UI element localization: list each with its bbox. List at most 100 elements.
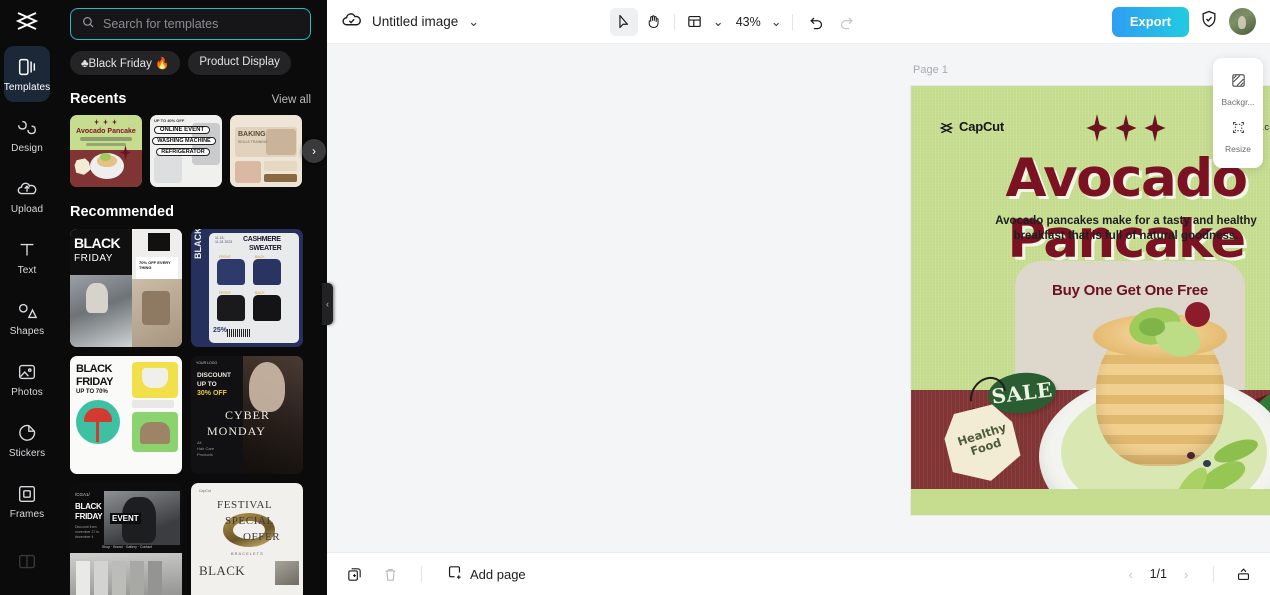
template-card-festival-special-offer[interactable]: CapCut FESTIVAL SPECIAL OFFER BRACELETS … [191,483,303,595]
sidebar-item-stickers[interactable]: Stickers [4,412,50,468]
recent-card-event-line2: WASHING MACHINE [152,137,216,145]
zoom-chevron-down-icon[interactable]: ⌄ [771,14,782,30]
undo-button[interactable] [803,8,831,36]
sidebar-label-shapes: Shapes [9,326,45,337]
bottom-toolbar: Add page ‹ 1/1 › [327,552,1270,595]
search-input[interactable] [103,17,300,31]
recent-card-online-event[interactable]: UP TO 40% OFF ONLINE EVENT WASHING MACHI… [150,115,222,187]
view-all-link[interactable]: View all [272,94,311,106]
resize-tool[interactable]: Resize [1213,113,1263,160]
search-box[interactable] [70,8,311,40]
poster-footer-band [911,489,1270,515]
sidebar-item-text[interactable]: Text [4,229,50,285]
recent-card-event-line1: ONLINE EVENT [154,126,210,134]
hand-tool[interactable] [640,8,668,36]
right-tool-panel: Backgr... Resize [1213,58,1263,168]
bf-line2: FRIDAY [74,253,113,264]
templates-icon [16,55,38,79]
fso-line3: OFFER [243,531,281,543]
sidebar-label-templates: Templates [3,82,51,93]
background-tool[interactable]: Backgr... [1213,66,1263,113]
canvas-area[interactable]: Page 1 CapCut www.capcut.com [327,44,1270,552]
poster-berry [1203,460,1211,467]
design-icon [16,116,38,140]
delete-page-button[interactable] [377,561,403,587]
next-page-button[interactable]: › [1175,563,1197,585]
resize-icon [1230,119,1247,141]
bff-line1: BLACK [76,363,113,375]
timeline-panel-button[interactable] [1230,561,1256,587]
bff-line2: FRIDAY [76,376,113,388]
bf-badge: 70% OFF EVERY THING [139,260,171,270]
panel-collapse-handle[interactable]: ‹ [322,283,333,325]
left-icon-rail: Templates Design Upload Text Shapes Phot… [0,0,54,595]
document-title[interactable]: Untitled image [372,14,458,29]
sidebar-label-stickers: Stickers [8,448,46,459]
layout-chevron-down-icon[interactable]: ⌄ [713,14,724,30]
toolbar-right-group: Export [1111,6,1256,37]
poster-subhead: Avocado pancakes make for a tasty and he… [995,215,1257,242]
recents-title: Recents [70,91,127,107]
template-card-cashmere-sweater[interactable]: BLACK FRIDAY 11.15-11.24 2023 CASHMERE S… [191,229,303,347]
bf-line1: BLACK [74,235,121,251]
layout-tool[interactable] [681,8,709,36]
photos-icon [16,360,38,384]
chip-product-display[interactable]: Product Display [188,51,291,75]
cs-side: BLACK FRIDAY [193,229,203,259]
poster-avocado-slice [1139,318,1165,336]
user-avatar[interactable] [1229,8,1256,35]
sidebar-label-text: Text [17,265,37,276]
bff-line3: UP TO 70% [76,389,108,395]
background-icon [1230,72,1247,94]
cs-line1: CASHMERE [243,236,281,243]
recommended-title: Recommended [70,204,174,220]
recommended-grid: BLACK FRIDAY 70% OFF EVERY THING BLACK F… [70,229,311,595]
recent-card-baking-title: BAKING [238,131,266,138]
template-card-black-friday-furniture[interactable]: BLACK FRIDAY UP TO 70% [70,356,182,474]
sidebar-item-templates[interactable]: Templates [4,46,50,102]
poster-cherry [1185,302,1210,327]
duplicate-page-button[interactable] [341,561,367,587]
recent-card-avocado-pancake[interactable]: Avocado Pancake [70,115,142,187]
add-page-button[interactable]: Add page [446,564,526,584]
cs-discount: 25% [213,327,228,334]
rail-item-list: Templates Design Upload Text Shapes Phot… [0,42,54,595]
recent-card-baking[interactable]: BAKING SKILLS TRAINING [230,115,302,187]
recents-next-button[interactable]: › [302,139,326,163]
zoom-level: 43% [735,14,761,29]
cm-line3: 30% OFF [197,390,227,397]
export-button[interactable]: Export [1111,6,1189,37]
chevron-down-icon[interactable]: ⌄ [468,14,479,30]
upload-cloud-icon [16,177,38,201]
sidebar-item-upload[interactable]: Upload [4,168,50,224]
cs-date: 11.15-11.24 2023 [215,236,233,244]
sidebar-item-frames[interactable]: Frames [4,473,50,529]
capcut-logo[interactable] [0,0,54,42]
background-tool-label: Backgr... [1221,97,1255,107]
select-tool[interactable] [609,7,638,36]
bfe-tag: /CGA1/ [75,492,90,497]
fso-line2: SPECIAL [225,515,274,527]
diamond-icon [1115,114,1137,142]
toolbar-center-tools: ⌄ 43% ⌄ [609,7,861,36]
prev-page-button[interactable]: ‹ [1120,563,1142,585]
search-icon [81,15,95,34]
sidebar-item-photos[interactable]: Photos [4,351,50,407]
more-panel-icon [16,550,38,574]
sidebar-item-more[interactable] [4,534,50,590]
sidebar-item-shapes[interactable]: Shapes [4,290,50,346]
main-area: Untitled image ⌄ ⌄ 43% ⌄ Export Page 1 C… [327,0,1270,595]
poster-diamond-row [1086,114,1166,142]
fso-line4: BLACK [199,563,246,578]
template-card-black-friday-fashion[interactable]: BLACK FRIDAY 70% OFF EVERY THING [70,229,182,347]
shield-icon[interactable] [1199,9,1219,34]
sidebar-item-design[interactable]: Design [4,107,50,163]
redo-button[interactable] [833,8,861,36]
chip-black-friday[interactable]: ♣Black Friday 🔥 [70,51,181,75]
cs-line2: SWEATER [249,245,282,252]
bfe-line3: EVENT [110,513,141,524]
template-card-black-friday-event[interactable]: /CGA1/ BLACK FRIDAY EVENT Discount from n… [70,483,182,595]
poster-berry [1187,452,1195,459]
template-card-cyber-monday[interactable]: YOUR LOGO DISCOUNT UP TO 30% OFF CYBER M… [191,356,303,474]
fso-line1: FESTIVAL [217,499,273,511]
